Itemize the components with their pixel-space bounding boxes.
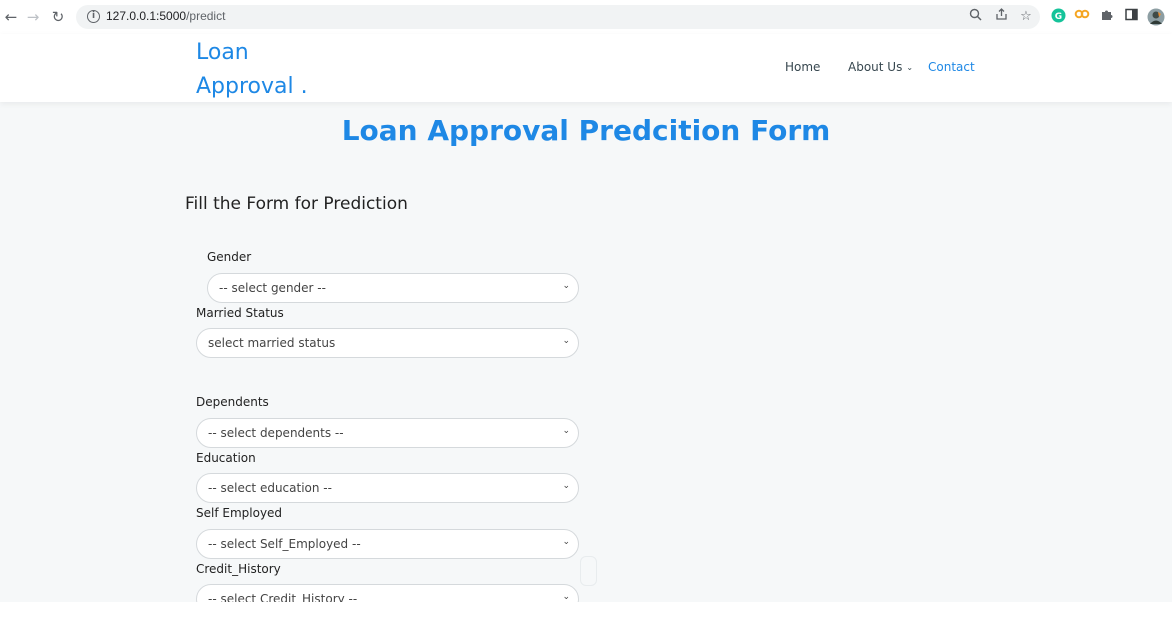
chevron-down-icon: ⌄	[562, 537, 570, 547]
dependents-label: Dependents	[196, 395, 269, 409]
credit-history-select[interactable]: -- select Credit_History -- ⌄	[196, 584, 579, 602]
chevron-down-icon: ⌄	[562, 481, 570, 491]
forward-arrow-icon[interactable]: →	[24, 8, 42, 26]
zoom-icon[interactable]	[966, 8, 984, 26]
education-label: Education	[196, 451, 256, 465]
dependents-select-value: -- select dependents --	[208, 426, 344, 440]
url-path: /predict	[186, 9, 226, 23]
faint-outline-box	[580, 556, 597, 586]
nav-home[interactable]: Home	[785, 60, 820, 74]
page-title: Loan Approval Predcition Form	[341, 114, 831, 147]
chevron-down-icon: ⌄	[562, 281, 570, 291]
svg-text:G: G	[1054, 12, 1061, 22]
self-employed-label: Self Employed	[196, 506, 283, 520]
credit-history-label: Credit_History	[196, 562, 281, 576]
site-logo[interactable]: Loan Approval .	[196, 36, 336, 104]
married-status-select[interactable]: select married status ⌄	[196, 328, 579, 358]
url-text[interactable]: 127.0.0.1:5000/predict	[106, 9, 225, 23]
url-host: 127.0.0.1:5000	[106, 9, 187, 23]
logo-line-1: Loan	[196, 40, 249, 65]
grammarly-icon[interactable]: G	[1049, 8, 1067, 26]
nav-about-us-label: About Us	[848, 60, 903, 74]
credit-history-select-value: -- select Credit_History --	[208, 592, 358, 602]
education-select-value: -- select education --	[208, 481, 332, 495]
side-panel-icon[interactable]	[1122, 8, 1140, 26]
chevron-down-icon: ⌄	[562, 592, 570, 602]
nav-contact[interactable]: Contact	[928, 60, 975, 74]
address-bar[interactable]: i 127.0.0.1:5000/predict ☆	[76, 5, 1040, 29]
site-header: Loan Approval . Home About Us ⌄ Contact	[0, 34, 1172, 102]
share-icon[interactable]	[992, 8, 1010, 26]
self-employed-select[interactable]: -- select Self_Employed -- ⌄	[196, 529, 579, 559]
self-employed-select-value: -- select Self_Employed --	[208, 537, 361, 551]
chevron-down-icon: ⌄	[562, 336, 570, 346]
main-content: Loan Approval Predcition Form Fill the F…	[0, 102, 1172, 602]
logo-line-2: Approval .	[196, 74, 308, 99]
nav-about-us[interactable]: About Us ⌄	[848, 60, 913, 74]
dependents-select[interactable]: -- select dependents -- ⌄	[196, 418, 579, 448]
education-select[interactable]: -- select education -- ⌄	[196, 473, 579, 503]
bookmark-star-icon[interactable]: ☆	[1017, 8, 1035, 26]
site-info-icon[interactable]: i	[87, 10, 100, 23]
gender-select-value: -- select gender --	[219, 281, 326, 295]
chevron-down-icon: ⌄	[906, 63, 914, 72]
extension-infinity-icon[interactable]	[1073, 8, 1091, 26]
extensions-puzzle-icon[interactable]	[1098, 8, 1116, 26]
browser-toolbar: ← → ↻ i 127.0.0.1:5000/predict ☆ G	[0, 0, 1172, 34]
back-arrow-icon[interactable]: ←	[2, 8, 20, 26]
gender-select[interactable]: -- select gender -- ⌄	[207, 273, 579, 303]
form-subtitle: Fill the Form for Prediction	[185, 194, 408, 214]
bottom-strip	[0, 602, 1172, 622]
reload-icon[interactable]: ↻	[49, 8, 67, 26]
profile-avatar[interactable]	[1147, 8, 1165, 26]
gender-label: Gender	[207, 250, 252, 264]
married-status-select-value: select married status	[208, 336, 336, 350]
married-status-label: Married Status	[196, 306, 284, 320]
chevron-down-icon: ⌄	[562, 426, 570, 436]
